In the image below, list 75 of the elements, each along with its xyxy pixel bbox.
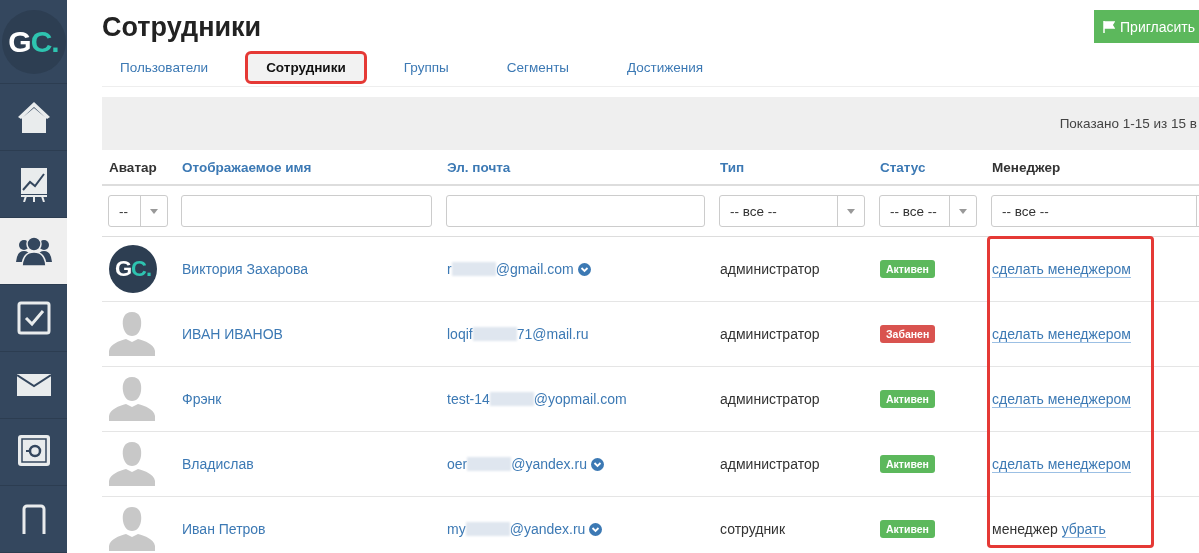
- make-manager-link[interactable]: сделать менеджером: [992, 391, 1131, 408]
- envelope-icon: [16, 374, 51, 396]
- checkbox-icon: [16, 301, 51, 335]
- status-badge: Активен: [880, 455, 935, 473]
- email-end: @yopmail.com: [533, 391, 627, 407]
- employee-name-link[interactable]: Владислав: [182, 456, 254, 472]
- avatar-logo: GC.: [109, 245, 157, 293]
- avatar-silhouette: [109, 374, 155, 421]
- blurred-area: [465, 522, 510, 536]
- filter-input[interactable]: [446, 195, 705, 227]
- status-badge: Активен: [880, 520, 935, 538]
- sortable-column-header[interactable]: Тип: [713, 150, 873, 185]
- verified-icon: [577, 262, 591, 276]
- email-start: loqif: [447, 326, 473, 342]
- caret-icon: [847, 208, 855, 214]
- employee-name-link[interactable]: Иван Петров: [182, 521, 266, 537]
- invite-button[interactable]: Пригласить: [1094, 10, 1199, 43]
- blurred-area: [489, 392, 534, 406]
- email-start: r: [447, 261, 452, 277]
- verified-icon: [590, 457, 604, 471]
- blurred-area: [451, 262, 496, 276]
- email-start: test-14: [447, 391, 490, 407]
- users-icon: [15, 236, 52, 266]
- blurred-area: [467, 457, 512, 471]
- user-type: администратор: [720, 261, 820, 277]
- caret-icon: [959, 208, 967, 214]
- email-start: oer: [447, 456, 468, 472]
- chart-easel-icon: [18, 166, 49, 202]
- tab[interactable]: Группы: [385, 53, 467, 81]
- employee-name-link[interactable]: Виктория Захарова: [182, 261, 309, 277]
- make-manager-link[interactable]: сделать менеджером: [992, 326, 1131, 343]
- column-header: Менеджер: [985, 150, 1199, 185]
- flag-icon: [1103, 20, 1116, 33]
- blurred-area: [472, 327, 517, 341]
- employee-name-link[interactable]: ИВАН ИВАНОВ: [182, 326, 283, 342]
- tab[interactable]: Сегменты: [488, 53, 587, 81]
- verified-icon: [589, 522, 603, 536]
- logo[interactable]: GC.: [1, 9, 66, 74]
- avatar-silhouette: [109, 309, 155, 356]
- make-manager-link[interactable]: сделать менеджером: [992, 456, 1131, 473]
- avatar-silhouette: [109, 504, 155, 551]
- status-badge: Активен: [880, 260, 935, 278]
- phone-icon: [21, 504, 46, 534]
- email-end: @yandex.ru: [509, 521, 586, 537]
- avatar-silhouette: [109, 439, 155, 486]
- tab[interactable]: Сотрудники: [248, 53, 364, 81]
- column-header: Аватар: [102, 150, 175, 185]
- remove-manager-link[interactable]: убрать: [1061, 521, 1106, 538]
- user-type: администратор: [720, 326, 820, 342]
- tab[interactable]: Достижения: [609, 53, 722, 81]
- sidebar-nav-item[interactable]: [0, 218, 67, 285]
- email-start: my: [447, 521, 466, 537]
- user-type: сотрудник: [720, 521, 786, 537]
- email-end: 71@mail.ru: [516, 326, 589, 342]
- filter-dropdown[interactable]: -- все --: [719, 195, 865, 227]
- page-title: Сотрудники: [102, 12, 262, 43]
- results-summary: Показано 1-15 из 15 в: [1059, 116, 1197, 131]
- status-badge: Забанен: [880, 325, 936, 343]
- sortable-column-header[interactable]: Отображаемое имя: [175, 150, 440, 185]
- filter-dropdown[interactable]: -- все --: [991, 195, 1199, 227]
- user-type: администратор: [720, 391, 820, 407]
- email-end: @yandex.ru: [511, 456, 587, 472]
- status-badge: Активен: [880, 390, 935, 408]
- filter-dropdown[interactable]: -- все --: [879, 195, 977, 227]
- employee-name-link[interactable]: Фрэнк: [182, 391, 222, 407]
- tab[interactable]: Пользователи: [102, 53, 227, 81]
- sortable-column-header[interactable]: Эл. почта: [440, 150, 713, 185]
- email-end: @gmail.com: [495, 261, 574, 277]
- sortable-column-header[interactable]: Статус: [873, 150, 985, 185]
- manager-label: менеджер: [992, 521, 1058, 537]
- filter-input[interactable]: [181, 195, 432, 227]
- make-manager-link[interactable]: сделать менеджером: [992, 261, 1131, 278]
- filter-dropdown[interactable]: --: [108, 195, 168, 227]
- caret-icon: [150, 208, 158, 214]
- user-type: администратор: [720, 456, 820, 472]
